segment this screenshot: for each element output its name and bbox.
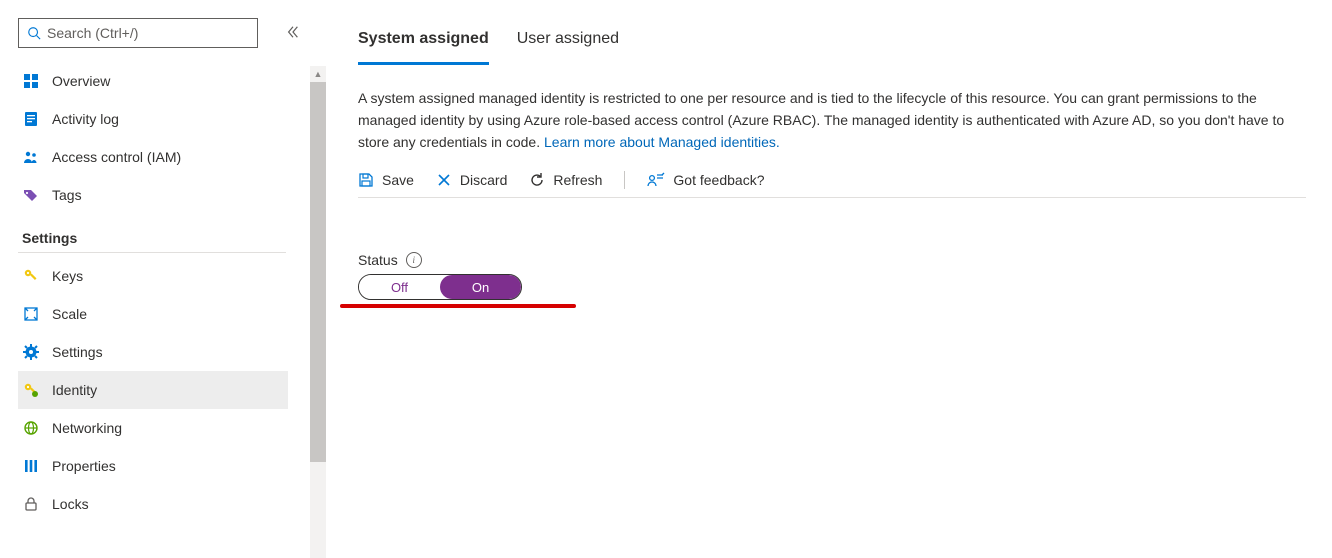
sidebar-item-label: Properties (52, 458, 116, 474)
tab-label: User assigned (517, 30, 619, 47)
description-body: A system assigned managed identity is re… (358, 90, 1284, 150)
sidebar-item-networking[interactable]: Networking (18, 409, 288, 447)
status-block: Status i Off On (358, 252, 598, 300)
refresh-button[interactable]: Refresh (529, 172, 602, 188)
annotation-red-underline (340, 304, 576, 308)
gear-icon (22, 343, 40, 361)
learn-more-link[interactable]: Learn more about Managed identities. (544, 134, 780, 150)
sidebar-item-activity-log[interactable]: Activity log (18, 100, 288, 138)
networking-icon (22, 419, 40, 437)
search-icon (27, 26, 41, 40)
feedback-icon (647, 172, 665, 188)
status-toggle-on[interactable]: On (440, 275, 521, 299)
sidebar-item-label: Locks (52, 496, 89, 512)
collapse-sidebar-button[interactable] (286, 25, 300, 42)
sidebar-item-access-control[interactable]: Access control (IAM) (18, 138, 288, 176)
chevrons-left-icon (286, 25, 300, 39)
search-row: Search (Ctrl+/) (18, 18, 318, 48)
scrollbar-thumb[interactable] (310, 82, 326, 462)
sidebar-item-settings[interactable]: Settings (18, 333, 288, 371)
status-label-row: Status i (358, 252, 598, 268)
status-label: Status (358, 252, 398, 268)
sidebar-item-label: Identity (52, 382, 97, 398)
toggle-off-label: Off (391, 280, 408, 295)
sidebar-item-label: Settings (52, 344, 103, 360)
access-control-icon (22, 148, 40, 166)
activity-log-icon (22, 110, 40, 128)
tab-system-assigned[interactable]: System assigned (358, 30, 489, 65)
toggle-on-label: On (472, 280, 489, 295)
sidebar-item-overview[interactable]: Overview (18, 62, 288, 100)
sidebar-item-identity[interactable]: Identity (18, 371, 288, 409)
overview-icon (22, 72, 40, 90)
discard-icon (436, 172, 452, 188)
sidebar-item-keys[interactable]: Keys (18, 257, 288, 295)
sidebar-item-properties[interactable]: Properties (18, 447, 288, 485)
description-text: A system assigned managed identity is re… (358, 87, 1306, 153)
sidebar-item-label: Scale (52, 306, 87, 322)
sidebar-item-tags[interactable]: Tags (18, 176, 288, 214)
identity-icon (22, 381, 40, 399)
tabs: System assigned User assigned (358, 30, 1306, 65)
button-label: Discard (460, 172, 507, 188)
tags-icon (22, 186, 40, 204)
sidebar-item-locks[interactable]: Locks (18, 485, 288, 523)
sidebar-item-label: Activity log (52, 111, 119, 127)
sidebar-item-label: Networking (52, 420, 122, 436)
search-placeholder: Search (Ctrl+/) (47, 25, 138, 41)
properties-icon (22, 457, 40, 475)
sidebar-scrollbar[interactable]: ▲ (310, 66, 326, 558)
lock-icon (22, 495, 40, 513)
sidebar-item-label: Overview (52, 73, 110, 89)
toolbar: Save Discard Refresh Got feedback? (358, 167, 1306, 198)
status-toggle[interactable]: Off On (358, 274, 522, 300)
main-content: System assigned User assigned A system a… (318, 18, 1332, 558)
refresh-icon (529, 172, 545, 188)
save-button[interactable]: Save (358, 172, 414, 188)
sidebar-item-label: Access control (IAM) (52, 149, 181, 165)
sidebar-item-label: Keys (52, 268, 83, 284)
tab-user-assigned[interactable]: User assigned (517, 30, 619, 65)
info-icon[interactable]: i (406, 252, 422, 268)
sidebar-item-scale[interactable]: Scale (18, 295, 288, 333)
feedback-button[interactable]: Got feedback? (647, 172, 764, 188)
status-toggle-off[interactable]: Off (359, 275, 440, 299)
nav: Overview Activity log Access control (IA… (18, 62, 288, 523)
tab-label: System assigned (358, 30, 489, 47)
sidebar: Search (Ctrl+/) Overview Activity log (18, 18, 318, 558)
button-label: Refresh (553, 172, 602, 188)
discard-button[interactable]: Discard (436, 172, 507, 188)
button-label: Got feedback? (673, 172, 764, 188)
scroll-up-arrow-icon[interactable]: ▲ (310, 66, 326, 82)
button-label: Save (382, 172, 414, 188)
save-icon (358, 172, 374, 188)
sidebar-section-settings: Settings (18, 214, 286, 253)
toolbar-separator (624, 171, 625, 189)
sidebar-item-label: Tags (52, 187, 82, 203)
keys-icon (22, 267, 40, 285)
scale-icon (22, 305, 40, 323)
search-input[interactable]: Search (Ctrl+/) (18, 18, 258, 48)
